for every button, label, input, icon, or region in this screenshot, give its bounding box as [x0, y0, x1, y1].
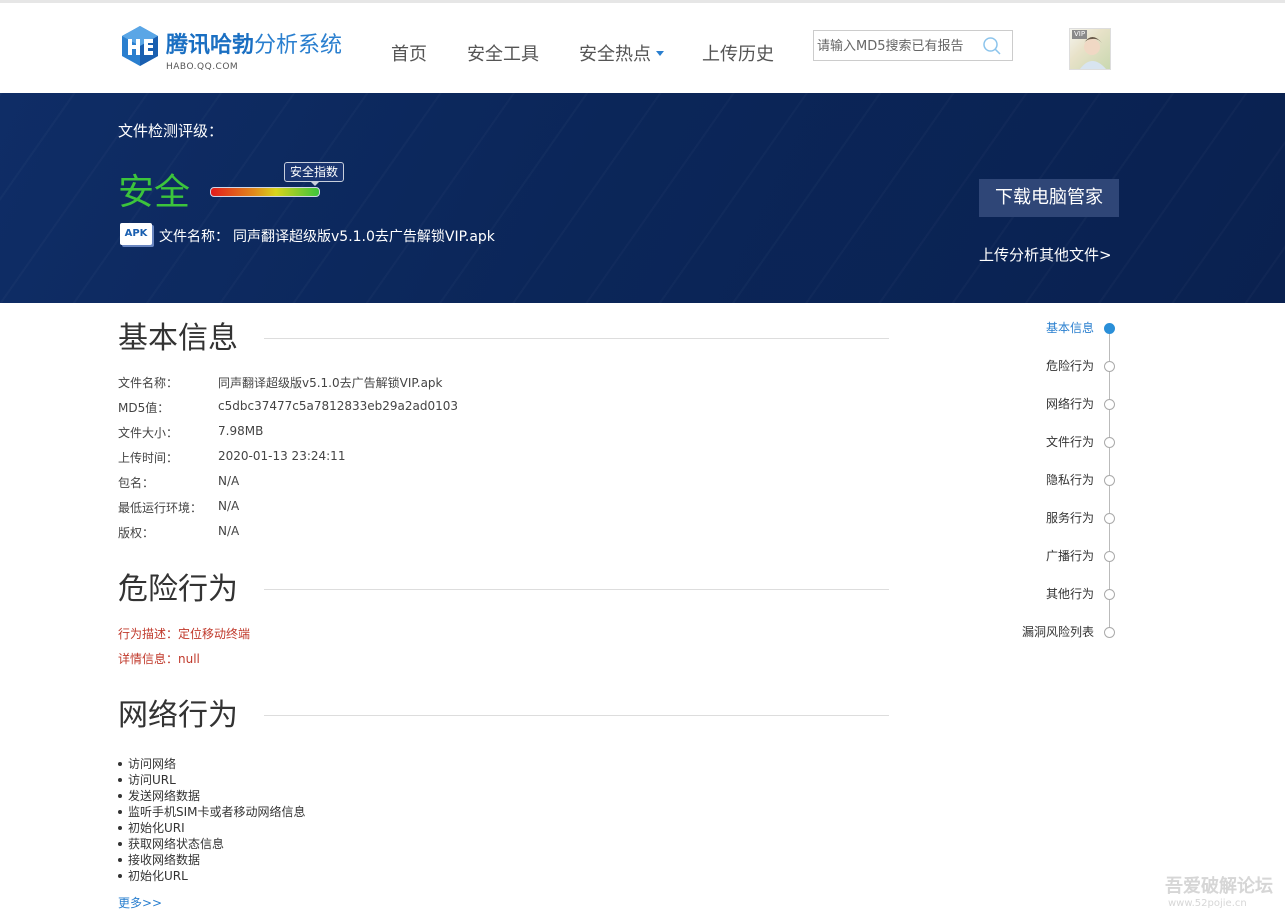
avatar-image-icon — [1080, 37, 1106, 69]
timeline-dot-icon — [1104, 589, 1115, 600]
timeline-item-basic-info[interactable]: 基本信息 — [1000, 321, 1120, 341]
list-item: 访问URL — [118, 772, 306, 788]
info-key: 版权： — [118, 526, 155, 540]
logo-title-strong: 腾讯哈勃 — [166, 33, 255, 58]
timeline-item-other[interactable]: 其他行为 — [1000, 587, 1120, 607]
timeline-label: 漏洞风险列表 — [1021, 625, 1094, 639]
risk-behavior-title: 危险行为 — [118, 572, 238, 607]
search-icon[interactable] — [982, 36, 1002, 56]
timeline-dot-icon — [1104, 399, 1115, 410]
nav-home[interactable]: 首页 — [391, 40, 427, 66]
timeline-dot-icon — [1104, 513, 1115, 524]
nav-upload-history[interactable]: 上传历史 — [702, 40, 774, 66]
file-name-value: 同声翻译超级版v5.1.0去广告解锁VIP.apk — [233, 229, 495, 245]
nav-security-tools[interactable]: 安全工具 — [467, 40, 539, 66]
info-key: 上传时间： — [118, 451, 179, 465]
network-behavior-list: 访问网络 访问URL 发送网络数据 监听手机SIM卡或者移动网络信息 初始化UR… — [118, 756, 306, 884]
info-key: 包名： — [118, 476, 155, 490]
timeline-label: 基本信息 — [1045, 321, 1094, 335]
timeline-dot-icon — [1104, 475, 1115, 486]
timeline-dot-icon — [1104, 551, 1115, 562]
info-value: 7.98MB — [218, 424, 264, 438]
logo-title: 腾讯哈勃分析系统 — [166, 33, 342, 59]
logo-title-light: 分析系统 — [254, 33, 343, 58]
timeline-item-vulnerability[interactable]: 漏洞风险列表 — [1000, 625, 1120, 645]
timeline-dot-icon — [1104, 437, 1115, 448]
timeline-label: 隐私行为 — [1045, 473, 1094, 487]
timeline-item-file[interactable]: 文件行为 — [1000, 435, 1120, 455]
list-item: 监听手机SIM卡或者移动网络信息 — [118, 805, 306, 819]
watermark-text: 吾爱破解论坛 — [1165, 876, 1273, 897]
risk-detail: 详情信息：null — [118, 652, 200, 666]
nav-security-hotspots-label: 安全热点 — [579, 44, 651, 65]
more-link[interactable]: 更多>> — [118, 894, 162, 911]
info-value: 2020-01-13 23:24:11 — [218, 449, 346, 463]
logo-subtitle: HABO.QQ.COM — [166, 62, 239, 72]
result-banner: 文件检测评级： 安全 安全指数 APK 文件名称： 同声翻译超级版v5.1.0去… — [0, 93, 1285, 303]
timeline-item-network[interactable]: 网络行为 — [1000, 397, 1120, 417]
section-divider — [264, 338, 889, 339]
timeline-dot-icon — [1104, 627, 1115, 638]
search-input[interactable] — [817, 35, 977, 57]
timeline-dot-icon — [1104, 361, 1115, 372]
timeline-label: 其他行为 — [1045, 587, 1094, 601]
info-key: 最低运行环境： — [118, 501, 203, 515]
network-behavior-title: 网络行为 — [118, 698, 238, 733]
timeline-item-risk[interactable]: 危险行为 — [1000, 359, 1120, 379]
info-value: 同声翻译超级版v5.1.0去广告解锁VIP.apk — [218, 376, 443, 390]
rating-value: 安全 — [118, 172, 191, 213]
timeline-item-service[interactable]: 服务行为 — [1000, 511, 1120, 531]
site-logo[interactable]: 腾讯哈勃分析系统 HABO.QQ.COM — [120, 25, 360, 75]
info-key: MD5值： — [118, 401, 170, 415]
list-item: 初始化URL — [118, 868, 306, 884]
info-value: N/A — [218, 474, 240, 488]
rating-label: 文件检测评级： — [118, 122, 224, 140]
timeline-label: 危险行为 — [1045, 359, 1094, 373]
apk-file-icon: APK — [120, 223, 152, 245]
section-divider — [264, 589, 889, 590]
list-item: 访问网络 — [118, 756, 306, 772]
basic-info-title: 基本信息 — [118, 321, 238, 356]
caret-down-icon — [656, 50, 664, 56]
timeline-dot-icon — [1104, 323, 1115, 334]
timeline-item-broadcast[interactable]: 广播行为 — [1000, 549, 1120, 569]
list-item: 获取网络状态信息 — [118, 836, 306, 852]
safety-score-bar — [210, 187, 320, 197]
nav-security-hotspots[interactable]: 安全热点 — [579, 40, 664, 66]
risk-description: 行为描述：定位移动终端 — [118, 627, 251, 641]
upload-other-file-link[interactable]: 上传分析其他文件> — [979, 244, 1112, 265]
timeline-label: 网络行为 — [1045, 397, 1094, 411]
habo-logo-icon — [122, 26, 158, 66]
search-box — [813, 30, 1013, 61]
site-header: 腾讯哈勃分析系统 HABO.QQ.COM 首页 安全工具 安全热点 上传历史 V… — [0, 3, 1285, 93]
section-divider — [264, 715, 889, 716]
info-key: 文件大小： — [118, 426, 179, 440]
timeline-label: 广播行为 — [1045, 549, 1094, 563]
info-key: 文件名称： — [118, 376, 179, 390]
list-item: 发送网络数据 — [118, 788, 306, 804]
info-value: N/A — [218, 499, 240, 513]
score-tooltip: 安全指数 — [284, 162, 345, 186]
download-pc-manager-button[interactable]: 下载电脑管家 — [979, 179, 1119, 217]
timeline-label: 文件行为 — [1045, 435, 1094, 449]
info-value: c5dbc37477c5a7812833eb29a2ad0103 — [218, 399, 459, 413]
info-value: N/A — [218, 524, 240, 538]
list-item: 初始化URI — [118, 820, 306, 836]
watermark-url: www.52pojie.cn — [1168, 898, 1247, 909]
timeline-item-privacy[interactable]: 隐私行为 — [1000, 473, 1120, 493]
timeline-label: 服务行为 — [1045, 511, 1094, 525]
user-avatar[interactable]: VIP — [1069, 28, 1111, 70]
list-item: 接收网络数据 — [118, 852, 306, 868]
file-name-label: 文件名称： — [159, 229, 229, 245]
